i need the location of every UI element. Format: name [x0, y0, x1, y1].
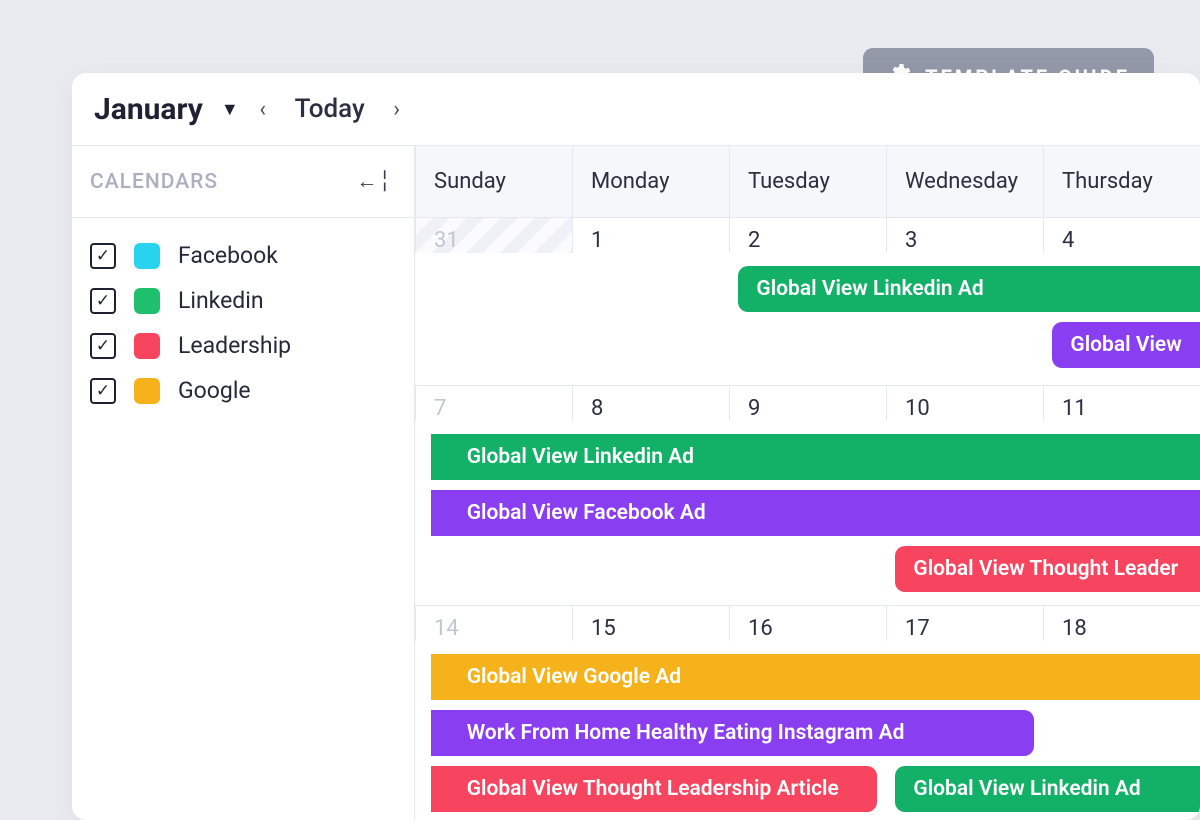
current-month-label: January [94, 92, 203, 127]
checkbox-icon[interactable]: ✓ [90, 243, 116, 269]
sidebar-title: CALENDARS [90, 170, 218, 194]
day-number: 31 [416, 228, 572, 253]
day-cell[interactable]: 3 [886, 218, 1043, 253]
color-swatch [134, 288, 160, 314]
day-header: Monday [572, 146, 729, 218]
week-row: 31 1 2 3 4 Global View Linkedin AdGlobal… [415, 218, 1200, 386]
event-bar[interactable]: Global View Linkedin Ad [738, 266, 1200, 312]
event-label: Global View Facebook Ad [467, 501, 706, 525]
day-cell[interactable]: 4 [1043, 218, 1200, 253]
calendar-filter-item[interactable]: ✓ Leadership [90, 332, 396, 359]
day-number: 17 [887, 616, 1043, 641]
day-number: 10 [887, 396, 1043, 421]
day-cell[interactable]: 31 [415, 218, 572, 253]
day-cell[interactable]: 1 [572, 218, 729, 253]
day-number: 15 [573, 616, 729, 641]
day-cell[interactable]: 15 [572, 606, 729, 641]
day-number: 2 [730, 228, 886, 253]
event-bar[interactable]: Global View Facebook Ad [431, 490, 1200, 536]
day-cell[interactable]: 8 [572, 386, 729, 421]
calendar-filter-list: ✓ Facebook ✓ Linkedin ✓ Leadership ✓ [72, 218, 414, 428]
checkbox-icon[interactable]: ✓ [90, 288, 116, 314]
calendar-filter-label: Linkedin [178, 287, 264, 314]
week-row: 14 15 16 17 18 Global View Google Ad Work… [415, 606, 1200, 820]
event-bar[interactable]: Global View Linkedin Ad [895, 766, 1200, 812]
calendar-filter-label: Google [178, 377, 251, 404]
app-frame: January ▼ ‹ Today › CALENDARS ←╎ ✓ Face [72, 73, 1200, 820]
event-bar[interactable]: Work From Home Healthy Eating Instagram … [431, 710, 1034, 756]
chevron-right-icon: › [393, 97, 400, 122]
event-label: Global View Linkedin Ad [467, 445, 694, 469]
caret-down-icon: ▼ [221, 99, 239, 120]
event-bar[interactable]: Global View [1052, 322, 1200, 368]
event-label: Global View [1070, 333, 1181, 357]
day-cell[interactable]: 16 [729, 606, 886, 641]
collapse-left-icon: ←╎ [356, 170, 392, 194]
day-cell[interactable]: 7 [415, 386, 572, 421]
calendar-sidebar: CALENDARS ←╎ ✓ Facebook ✓ Linkedin ✓ [72, 145, 415, 820]
color-swatch [134, 378, 160, 404]
month-picker[interactable]: January ▼ [94, 92, 239, 127]
day-cell[interactable]: 14 [415, 606, 572, 641]
week-row: 7 8 9 10 11 Global View Linkedin AdGloba… [415, 386, 1200, 606]
day-header: Thursday [1043, 146, 1200, 218]
day-cell[interactable]: 9 [729, 386, 886, 421]
day-number: 4 [1044, 228, 1200, 253]
event-bar[interactable]: Global View Thought Leader [895, 546, 1200, 592]
day-cell[interactable]: 2 [729, 218, 886, 253]
day-number: 14 [416, 616, 572, 641]
day-cell[interactable]: 17 [886, 606, 1043, 641]
event-label: Global View Linkedin Ad [913, 777, 1140, 801]
color-swatch [134, 333, 160, 359]
events-layer: Global View Google Ad Work From Home Heal… [415, 654, 1200, 819]
event-bar[interactable]: Global View Google Ad [431, 654, 1200, 700]
chevron-left-icon: ‹ [259, 97, 266, 122]
today-button[interactable]: Today [287, 94, 373, 124]
calendar-filter-label: Leadership [178, 332, 291, 359]
day-header: Sunday [415, 146, 572, 218]
calendar-filter-label: Facebook [178, 242, 278, 269]
day-number: 3 [887, 228, 1043, 253]
color-swatch [134, 243, 160, 269]
collapse-sidebar-button[interactable]: ←╎ [356, 169, 392, 194]
event-label: Global View Thought Leader [913, 557, 1178, 581]
day-header: Wednesday [886, 146, 1043, 218]
calendar-filter-item[interactable]: ✓ Google [90, 377, 396, 404]
day-cell[interactable]: 18 [1043, 606, 1200, 641]
events-layer: Global View Linkedin Ad Global View Faceb… [415, 434, 1200, 593]
day-cell[interactable]: 11 [1043, 386, 1200, 421]
day-number: 1 [573, 228, 729, 253]
calendar-filter-item[interactable]: ✓ Facebook [90, 242, 396, 269]
day-number: 7 [416, 396, 572, 421]
day-number: 11 [1044, 396, 1200, 421]
day-cell[interactable]: 10 [886, 386, 1043, 421]
checkbox-icon[interactable]: ✓ [90, 378, 116, 404]
calendar-filter-item[interactable]: ✓ Linkedin [90, 287, 396, 314]
checkbox-icon[interactable]: ✓ [90, 333, 116, 359]
day-number: 9 [730, 396, 886, 421]
prev-period-button[interactable]: ‹ [251, 97, 275, 121]
event-label: Work From Home Healthy Eating Instagram … [467, 721, 905, 745]
day-number: 18 [1044, 616, 1200, 641]
calendar-grid: Sunday Monday Tuesday Wednesday Thursday… [415, 145, 1200, 820]
sidebar-header: CALENDARS ←╎ [72, 146, 414, 218]
calendar-header: January ▼ ‹ Today › [72, 73, 1200, 145]
day-header: Tuesday [729, 146, 886, 218]
event-bar[interactable]: Global View Linkedin Ad [431, 434, 1200, 480]
day-number: 8 [573, 396, 729, 421]
day-number: 16 [730, 616, 886, 641]
next-period-button[interactable]: › [385, 97, 409, 121]
event-label: Global View Thought Leadership Article [467, 777, 839, 801]
event-label: Global View Linkedin Ad [756, 277, 983, 301]
event-label: Global View Google Ad [467, 665, 681, 689]
events-layer: Global View Linkedin Ad Global View [415, 266, 1200, 373]
event-bar[interactable]: Global View Thought Leadership Article [431, 766, 877, 812]
day-header-row: Sunday Monday Tuesday Wednesday Thursday [415, 145, 1200, 218]
